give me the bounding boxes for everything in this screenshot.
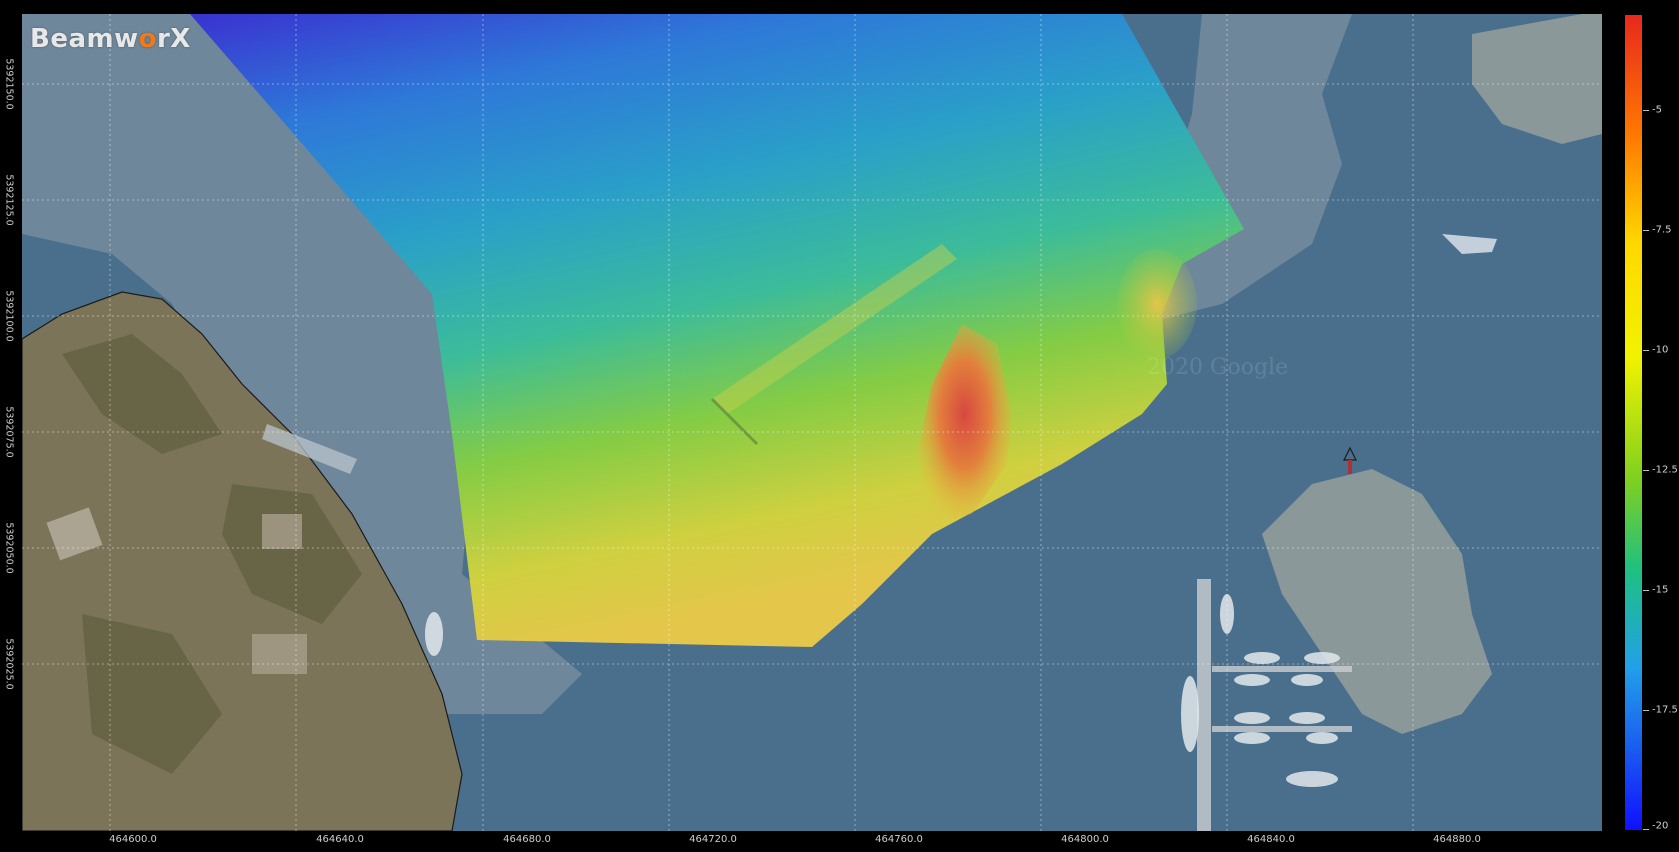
easting-tick-label: 464640.0 (316, 834, 364, 845)
northing-tick-label: 5392050.0 (3, 522, 15, 574)
easting-tick-label: 464840.0 (1247, 834, 1295, 845)
house-roof (252, 634, 307, 674)
map-watermark: 2020 Google (1147, 355, 1288, 380)
colorbar-tick (1643, 350, 1649, 351)
northing-tick-label: 5392100.0 (3, 290, 15, 342)
easting-tick-label: 464680.0 (503, 834, 551, 845)
colorbar-tick (1643, 470, 1649, 471)
northing-tick-label: 5392025.0 (3, 638, 15, 690)
easting-tick-label: 464720.0 (689, 834, 737, 845)
app-logo: BeamworX (30, 24, 191, 54)
depth-colorbar (1625, 15, 1642, 830)
colorbar-label: -20 (1652, 820, 1669, 832)
marina-dock (1212, 726, 1352, 732)
easting-tick-label: 464880.0 (1433, 834, 1481, 845)
marina-dock (1212, 666, 1352, 672)
northing-tick-label: 5392075.0 (3, 406, 15, 458)
northing-tick-label: 5392150.0 (3, 58, 15, 110)
colorbar-tick (1643, 829, 1649, 830)
northing-tick-label: 5392125.0 (3, 174, 15, 226)
easting-tick-label: 464800.0 (1061, 834, 1109, 845)
colorbar-label: -10 (1652, 344, 1669, 356)
colorbar-tick (1643, 230, 1649, 231)
colorbar-label: -7.5 (1652, 224, 1672, 236)
bathymetry-shoal (1117, 249, 1197, 359)
marina-dock (1197, 579, 1211, 831)
colorbar-tick (1643, 590, 1649, 591)
easting-tick-label: 464600.0 (109, 834, 157, 845)
colorbar-label: -12.5 (1652, 464, 1678, 476)
colorbar-label: -5 (1652, 104, 1662, 116)
colorbar-tick (1643, 710, 1649, 711)
easting-tick-label: 464760.0 (875, 834, 923, 845)
map-canvas[interactable]: 2020 Google (22, 14, 1602, 831)
colorbar-label: -17.5 (1652, 704, 1678, 716)
colorbar-tick (1643, 110, 1649, 111)
map-view[interactable]: 2020 Google BeamworX (22, 14, 1602, 831)
colorbar-label: -15 (1652, 584, 1669, 596)
